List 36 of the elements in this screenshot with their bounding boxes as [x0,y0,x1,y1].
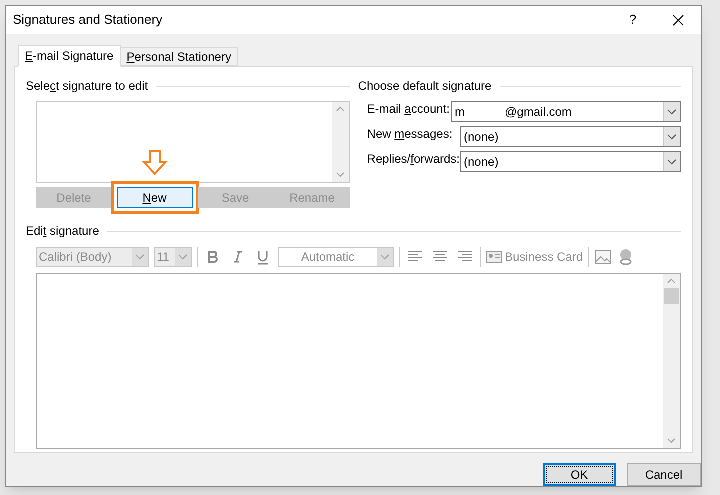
dialog-button[interactable]: OK [543,463,616,486]
dropdown-value: (none) [463,154,500,170]
scrollbar[interactable] [332,102,350,182]
group-title: Edit signature [26,223,100,240]
dropdown-value: m @gmail.com [454,104,573,120]
close-icon [672,14,684,26]
contact-card-icon [486,251,502,263]
group-title: Choose default signature [358,78,492,95]
signature-button[interactable]: New [116,187,193,208]
scroll-down-icon[interactable] [336,172,346,178]
scroll-down-icon[interactable] [667,438,676,444]
chevron-down-icon [667,108,677,114]
field-label: New messages: [367,126,454,142]
chevron-down-icon [178,254,188,260]
scrollbar[interactable] [663,274,680,448]
chevron-down-icon [667,134,677,140]
chevron-down-icon [380,254,390,260]
field-label: Replies/forwards: [367,150,460,168]
signature-dropdown[interactable]: (none) [460,126,681,147]
scroll-up-icon[interactable] [667,278,676,284]
signature-dropdown[interactable]: m @gmail.com [451,101,681,122]
dialog-button[interactable]: Cancel [627,463,701,486]
scroll-up-icon[interactable] [336,106,346,112]
group-title: Select signature to edit [26,78,148,95]
chevron-down-icon [135,254,145,260]
chevron-down-icon [667,158,677,164]
tab[interactable]: E-mail Signature [18,45,121,67]
dropdown-value: (none) [463,128,500,146]
arrow-down-icon [142,150,168,176]
signature-list[interactable] [36,101,350,183]
window-title: Signatures and Stationery [13,11,164,30]
help-button[interactable]: ? [611,6,655,34]
field-label: E-mail account: [367,100,451,118]
tab[interactable]: Personal Stationery [120,47,238,66]
scroll-thumb[interactable] [664,288,679,304]
signature-dropdown[interactable]: (none) [460,151,681,172]
